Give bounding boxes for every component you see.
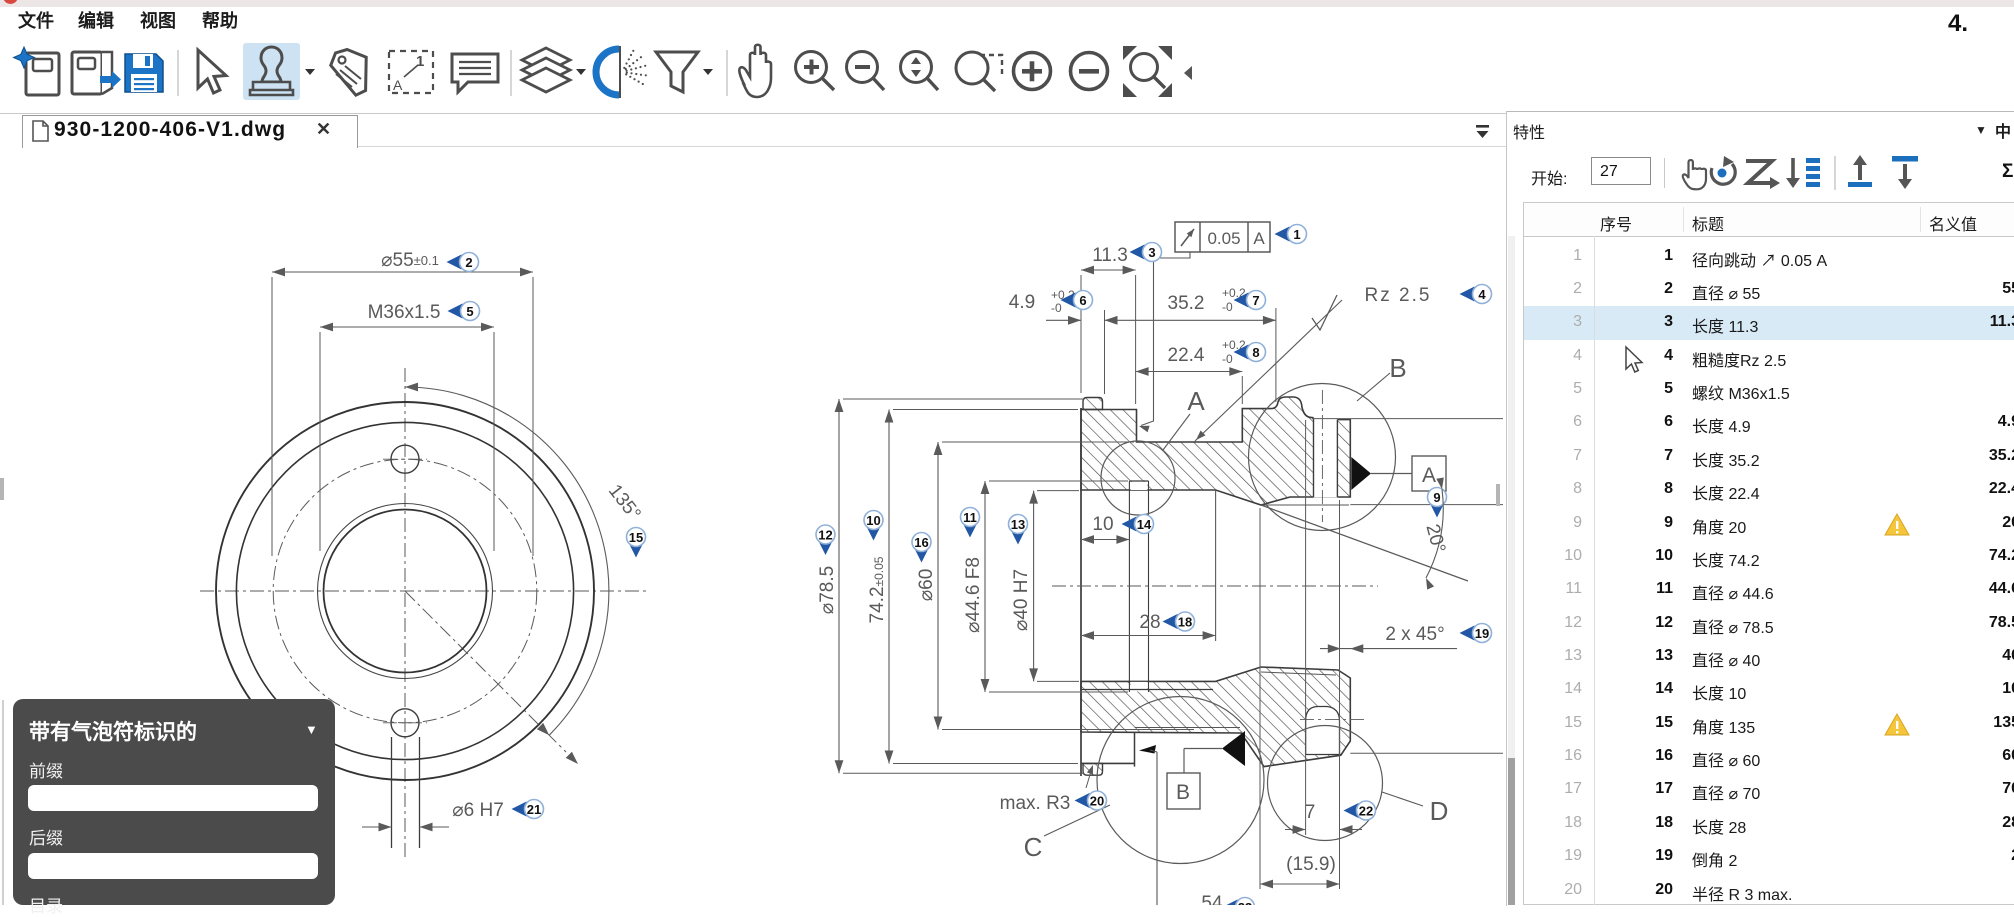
svg-text:3: 3 bbox=[1148, 245, 1155, 260]
svg-text:12: 12 bbox=[818, 528, 832, 543]
svg-text:18: 18 bbox=[1178, 615, 1192, 630]
svg-text:B: B bbox=[1176, 781, 1190, 804]
svg-text:2 x 45°: 2 x 45° bbox=[1385, 624, 1444, 645]
svg-text:A: A bbox=[1187, 386, 1205, 416]
svg-text:20°: 20° bbox=[1421, 522, 1449, 555]
svg-text:23: 23 bbox=[1238, 900, 1252, 905]
svg-text:A: A bbox=[1253, 229, 1265, 248]
svg-text:⌀55±0.1: ⌀55±0.1 bbox=[381, 250, 439, 271]
svg-text:B: B bbox=[1389, 353, 1406, 383]
svg-text:0.05: 0.05 bbox=[1207, 229, 1240, 248]
svg-text:10: 10 bbox=[866, 513, 880, 528]
svg-text:(15.9): (15.9) bbox=[1286, 854, 1336, 875]
svg-text:14: 14 bbox=[1137, 517, 1152, 532]
svg-text:-0: -0 bbox=[1051, 301, 1062, 315]
svg-text:35.2: 35.2 bbox=[1168, 293, 1205, 314]
svg-text:A: A bbox=[1422, 464, 1436, 487]
svg-text:4: 4 bbox=[1478, 287, 1486, 302]
svg-text:⌀60: ⌀60 bbox=[916, 569, 937, 602]
svg-text:⌀78.5: ⌀78.5 bbox=[817, 566, 838, 614]
svg-text:Rz 2.5: Rz 2.5 bbox=[1365, 285, 1432, 306]
svg-text:11: 11 bbox=[963, 510, 977, 525]
svg-text:7: 7 bbox=[1305, 802, 1316, 823]
svg-text:2: 2 bbox=[465, 255, 472, 270]
svg-text:1: 1 bbox=[1293, 227, 1300, 242]
svg-text:⌀40 H7: ⌀40 H7 bbox=[1011, 569, 1032, 631]
svg-text:22.4: 22.4 bbox=[1168, 345, 1205, 366]
svg-text:9: 9 bbox=[1433, 490, 1440, 505]
svg-text:15: 15 bbox=[629, 530, 643, 545]
svg-text:19: 19 bbox=[1475, 626, 1489, 641]
svg-text:-0: -0 bbox=[1222, 300, 1233, 314]
svg-text:22: 22 bbox=[1359, 804, 1373, 819]
svg-text:D: D bbox=[1430, 796, 1449, 826]
svg-text:5: 5 bbox=[466, 304, 473, 319]
svg-text:6: 6 bbox=[1079, 293, 1086, 308]
svg-text:135°: 135° bbox=[604, 481, 645, 525]
svg-text:8: 8 bbox=[1252, 345, 1259, 360]
svg-text:4.9: 4.9 bbox=[1009, 292, 1035, 313]
svg-text:20: 20 bbox=[1090, 794, 1104, 809]
svg-text:7: 7 bbox=[1252, 293, 1259, 308]
svg-text:max. R3: max. R3 bbox=[1000, 793, 1071, 814]
svg-text:C: C bbox=[1024, 832, 1043, 862]
svg-text:⌀6 H7: ⌀6 H7 bbox=[452, 800, 504, 821]
svg-text:-0: -0 bbox=[1222, 352, 1233, 366]
svg-text:⌀44.6 F8: ⌀44.6 F8 bbox=[963, 557, 984, 633]
svg-text:M36x1.5: M36x1.5 bbox=[368, 302, 441, 323]
svg-text:13: 13 bbox=[1011, 517, 1025, 532]
svg-text:28: 28 bbox=[1139, 612, 1160, 633]
svg-text:10: 10 bbox=[1092, 514, 1113, 535]
svg-text:54: 54 bbox=[1201, 893, 1223, 905]
svg-text:16: 16 bbox=[914, 535, 928, 550]
svg-text:21: 21 bbox=[527, 802, 541, 817]
svg-text:11.3: 11.3 bbox=[1092, 245, 1128, 266]
svg-text:74.2±0.05: 74.2±0.05 bbox=[867, 556, 888, 623]
